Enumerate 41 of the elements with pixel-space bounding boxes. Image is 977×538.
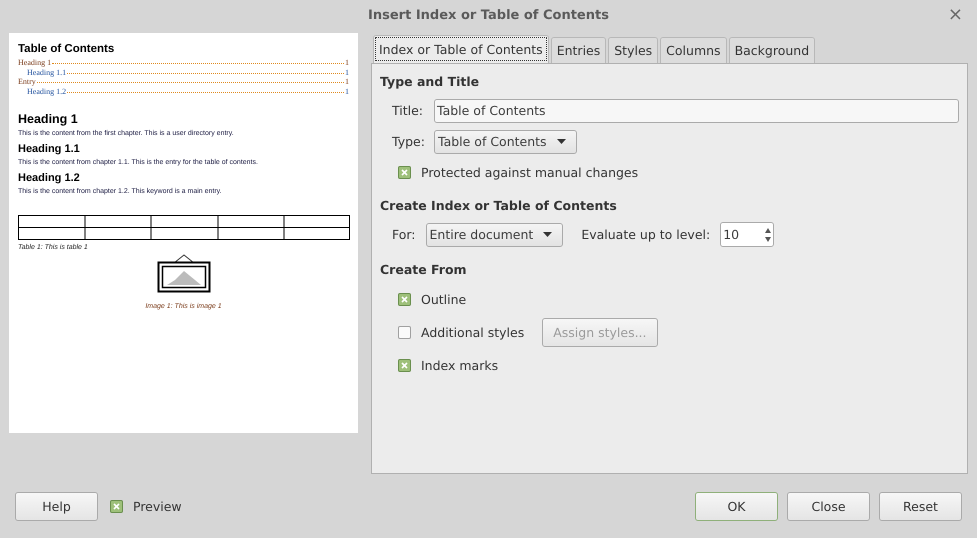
dialog-button[interactable]: Reset <box>879 492 962 520</box>
tab[interactable]: Background <box>728 37 816 63</box>
check-mark-icon <box>401 169 408 176</box>
close-button[interactable]: × <box>948 4 963 25</box>
section-heading: Create From <box>380 262 468 277</box>
level-spinbox[interactable]: 10 <box>720 222 774 247</box>
checkbox[interactable]: Additional styles <box>398 325 524 340</box>
heading: Heading 1.2 <box>18 172 81 184</box>
title-field[interactable]: Table of Contents <box>434 98 959 122</box>
checkbox[interactable]: Protected against manual changes <box>398 165 638 180</box>
type-dropdown[interactable]: Table of Contents <box>434 130 577 154</box>
toc-entry: Heading 1.2 1 <box>26 86 349 96</box>
checkbox[interactable]: Outline <box>398 292 466 307</box>
title-label: Title: <box>392 103 420 118</box>
section-heading: Type and Title <box>380 74 480 89</box>
section-heading: Create Index or Table of Contents <box>380 198 618 213</box>
toc-entry: Heading 1 1 <box>18 58 349 68</box>
heading: Heading 1 <box>18 112 79 126</box>
for-dropdown[interactable]: Entire document <box>426 222 564 246</box>
check-mark-icon <box>113 502 120 510</box>
help-button[interactable]: Help <box>15 492 98 520</box>
checkbox[interactable]: Index marks <box>398 358 498 373</box>
toc-entry: Heading 1.1 1 <box>26 68 349 77</box>
for-label: For: <box>392 227 416 242</box>
checkbox[interactable]: Preview <box>110 498 182 514</box>
check-mark-icon <box>401 362 408 369</box>
dropdown-arrow-icon <box>543 232 552 237</box>
tab[interactable]: Styles <box>608 37 658 63</box>
dropdown-arrow-icon <box>556 139 566 144</box>
toc-entry: Entry 1 <box>18 77 349 86</box>
heading: Heading 1.1 <box>18 143 81 155</box>
window-title: Insert Index or Table of Contents <box>368 8 609 22</box>
toc-title: Table of Contents <box>18 43 116 55</box>
level-label: Evaluate up to level: <box>581 227 710 242</box>
framed-picture-icon <box>156 253 210 293</box>
tab[interactable]: Index or Table of Contents <box>373 35 549 63</box>
check-mark-icon <box>401 296 408 303</box>
tab[interactable]: Entries <box>550 37 606 63</box>
dialog-button[interactable]: Close <box>787 492 870 520</box>
tab[interactable]: Columns <box>660 37 727 63</box>
dialog-button[interactable]: OK <box>695 492 778 520</box>
